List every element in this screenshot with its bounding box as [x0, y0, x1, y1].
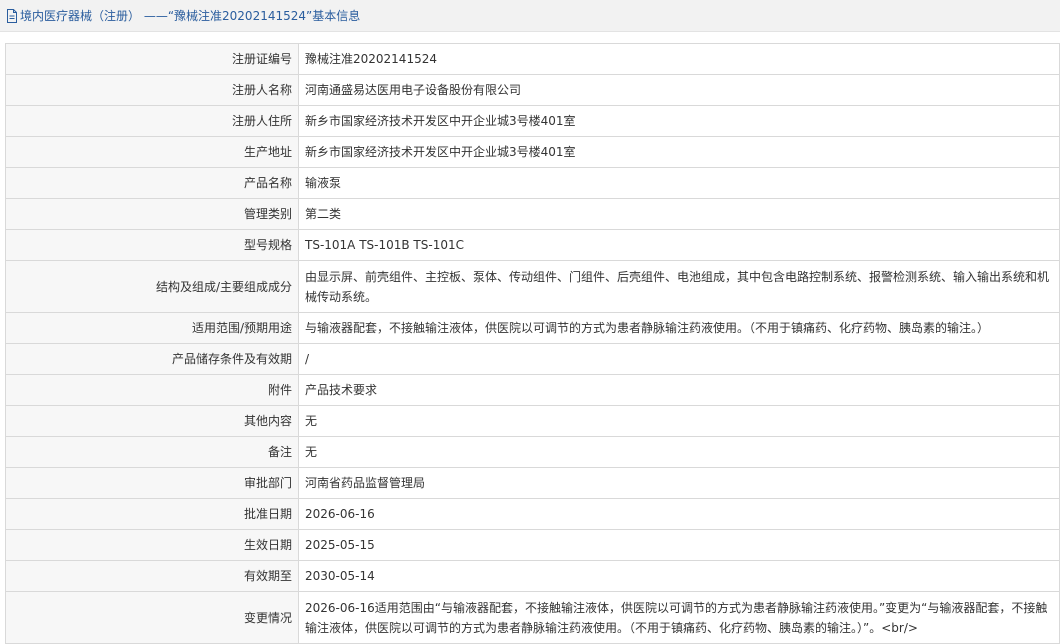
field-value: 由显示屏、前壳组件、主控板、泵体、传动组件、门组件、后壳组件、电池组成，其中包含…: [298, 260, 1060, 313]
field-value: 2025-05-15: [298, 529, 1060, 561]
field-value: 新乡市国家经济技术开发区中开企业城3号楼401室: [298, 105, 1060, 137]
field-value: 2026-06-16: [298, 498, 1060, 530]
table-row: 产品储存条件及有效期 /: [5, 343, 1060, 375]
table-row: 生效日期 2025-05-15: [5, 529, 1060, 561]
field-label: 型号规格: [5, 229, 299, 261]
field-label: 注册人住所: [5, 105, 299, 137]
field-value: 输液泵: [298, 167, 1060, 199]
table-row: 结构及组成/主要组成成分 由显示屏、前壳组件、主控板、泵体、传动组件、门组件、后…: [5, 260, 1060, 313]
table-row: 型号规格 TS-101A TS-101B TS-101C: [5, 229, 1060, 261]
table-row: 注册人名称 河南通盛易达医用电子设备股份有限公司: [5, 74, 1060, 106]
field-label: 有效期至: [5, 560, 299, 592]
field-label: 批准日期: [5, 498, 299, 530]
page-header: 境内医疗器械（注册） ——“豫械注准20202141524”基本信息: [0, 0, 1060, 32]
field-label: 生产地址: [5, 136, 299, 168]
table-row: 变更情况 2026-06-16适用范围由“与输液器配套，不接触输注液体，供医院以…: [5, 591, 1060, 644]
field-label: 注册证编号: [5, 43, 299, 75]
field-label: 审批部门: [5, 467, 299, 499]
field-value: 豫械注准20202141524: [298, 43, 1060, 75]
document-icon: [6, 8, 18, 23]
field-label: 变更情况: [5, 591, 299, 644]
field-value: 新乡市国家经济技术开发区中开企业城3号楼401室: [298, 136, 1060, 168]
field-label: 注册人名称: [5, 74, 299, 106]
field-value: 第二类: [298, 198, 1060, 230]
field-label: 产品名称: [5, 167, 299, 199]
table-row: 附件 产品技术要求: [5, 374, 1060, 406]
table-row: 批准日期 2026-06-16: [5, 498, 1060, 530]
field-label: 管理类别: [5, 198, 299, 230]
field-label: 备注: [5, 436, 299, 468]
table-row: 注册证编号 豫械注准20202141524: [5, 43, 1060, 75]
table-row: 审批部门 河南省药品监督管理局: [5, 467, 1060, 499]
field-value: 无: [298, 405, 1060, 437]
table-row: 生产地址 新乡市国家经济技术开发区中开企业城3号楼401室: [5, 136, 1060, 168]
field-value: TS-101A TS-101B TS-101C: [298, 229, 1060, 261]
table-row: 注册人住所 新乡市国家经济技术开发区中开企业城3号楼401室: [5, 105, 1060, 137]
field-label: 其他内容: [5, 405, 299, 437]
field-value: 河南省药品监督管理局: [298, 467, 1060, 499]
table-row: 产品名称 输液泵: [5, 167, 1060, 199]
detail-table: 注册证编号 豫械注准20202141524 注册人名称 河南通盛易达医用电子设备…: [5, 43, 1060, 644]
field-label: 适用范围/预期用途: [5, 312, 299, 344]
field-value: /: [298, 343, 1060, 375]
field-value: 2026-06-16适用范围由“与输液器配套，不接触输注液体，供医院以可调节的方…: [298, 591, 1060, 644]
field-label: 附件: [5, 374, 299, 406]
table-row: 适用范围/预期用途 与输液器配套，不接触输注液体，供医院以可调节的方式为患者静脉…: [5, 312, 1060, 344]
table-row: 其他内容 无: [5, 405, 1060, 437]
table-row: 管理类别 第二类: [5, 198, 1060, 230]
detail-table-container: 注册证编号 豫械注准20202141524 注册人名称 河南通盛易达医用电子设备…: [5, 43, 1060, 644]
table-row: 备注 无: [5, 436, 1060, 468]
field-value: 产品技术要求: [298, 374, 1060, 406]
field-value: 无: [298, 436, 1060, 468]
field-label: 生效日期: [5, 529, 299, 561]
field-value: 与输液器配套，不接触输注液体，供医院以可调节的方式为患者静脉输注药液使用。（不用…: [298, 312, 1060, 344]
field-label: 产品储存条件及有效期: [5, 343, 299, 375]
field-value: 河南通盛易达医用电子设备股份有限公司: [298, 74, 1060, 106]
page-title: 境内医疗器械（注册） ——“豫械注准20202141524”基本信息: [20, 9, 361, 23]
table-row: 有效期至 2030-05-14: [5, 560, 1060, 592]
field-value: 2030-05-14: [298, 560, 1060, 592]
field-label: 结构及组成/主要组成成分: [5, 260, 299, 313]
